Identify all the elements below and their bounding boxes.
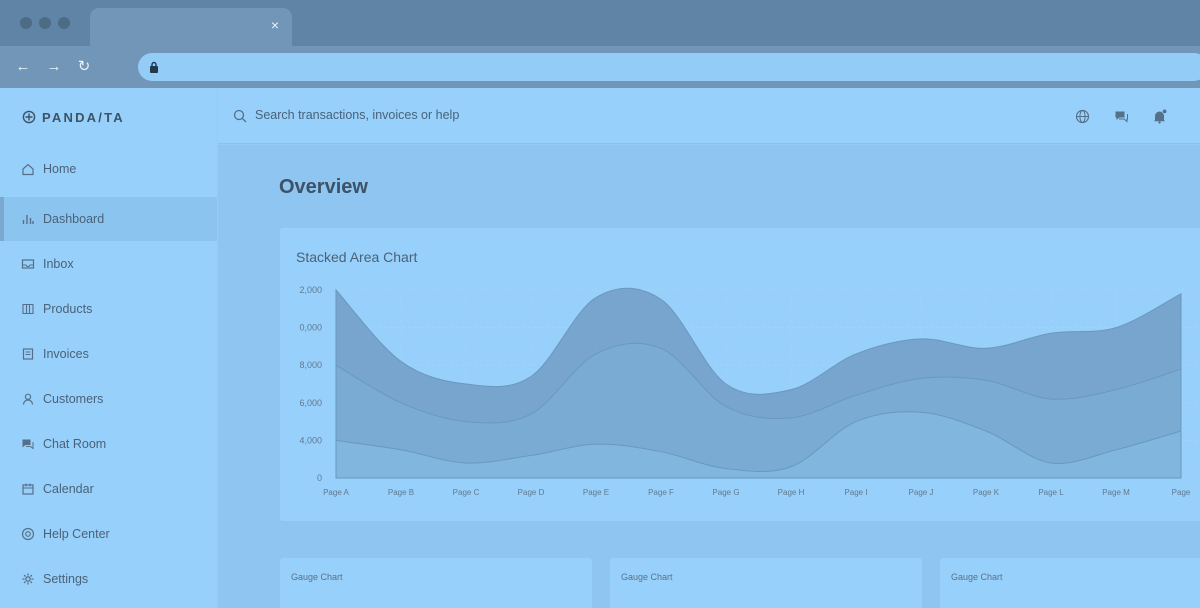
y-tick-label: 8,000 [299, 360, 322, 370]
sidebar-item-chat-room[interactable]: Chat Room [0, 422, 217, 466]
chat-icon[interactable] [1114, 109, 1129, 124]
address-bar[interactable] [138, 53, 1200, 81]
home-icon [22, 163, 34, 176]
x-tick-label: Page A [323, 488, 349, 497]
gauge-chart-card: Gauge Chart [940, 558, 1200, 608]
x-tick-label: Page G [712, 488, 739, 497]
calendar-icon [22, 483, 34, 495]
chat-icon [22, 439, 34, 450]
x-tick-label: Page C [453, 488, 480, 497]
brand-name: PANDA/TA [42, 109, 125, 125]
inbox-icon [21, 259, 35, 269]
reload-icon[interactable]: ↻ [73, 56, 95, 78]
sidebar-item-calendar[interactable]: Calendar [0, 467, 217, 511]
browser-tab[interactable]: × [90, 8, 292, 46]
y-tick-label: 0 [317, 473, 322, 483]
sidebar-item-inbox[interactable]: Inbox [0, 242, 217, 286]
bell-icon[interactable] [1152, 109, 1167, 124]
gauge-title: Gauge Chart [951, 572, 1003, 582]
sidebar-item-label: Help Center [43, 527, 110, 541]
x-tick-label: Page L [1038, 488, 1064, 497]
browser-toolbar: ← → ↻ [0, 46, 1200, 88]
y-tick-label: 2,000 [299, 285, 322, 295]
sidebar-item-settings[interactable]: Settings [0, 557, 217, 601]
top-header: Search transactions, invoices or help [218, 88, 1200, 144]
x-tick-label: Page J [909, 488, 934, 497]
chart-title: Stacked Area Chart [296, 249, 418, 265]
sidebar-item-label: Invoices [43, 347, 89, 361]
stacked-area-chart: 2,000 0,000 8,000 6,000 4,000 0Page A Page B Pa… [299, 285, 1200, 497]
x-tick-label: Page [1172, 488, 1191, 497]
gauge-title: Gauge Chart [291, 572, 343, 582]
browser-titlebar: × [0, 0, 1200, 46]
lock-icon [150, 61, 158, 73]
sidebar-item-label: Products [43, 302, 93, 316]
sidebar-item-customers[interactable]: Customers [0, 377, 217, 421]
y-tick-label: 4,000 [299, 435, 322, 445]
gauge-title: Gauge Chart [621, 572, 673, 582]
x-tick-label: Page D [518, 488, 545, 497]
x-tick-label: Page K [973, 488, 1000, 497]
brand-logo[interactable]: PANDA/TA [22, 108, 125, 126]
window-maximize-dot[interactable] [58, 17, 70, 29]
search-icon [233, 109, 247, 123]
gauge-chart-card: Gauge Chart [280, 558, 592, 608]
x-tick-label: Page F [648, 488, 674, 497]
forward-arrow-icon[interactable]: → [43, 56, 65, 78]
sidebar: PANDA/TA Home Dashboard Inbox Products Invoi… [0, 88, 217, 608]
x-tick-label: Page M [1102, 488, 1130, 497]
tab-close-icon[interactable]: × [266, 16, 284, 34]
y-tick-label: 0,000 [299, 323, 322, 333]
help-icon [21, 527, 35, 541]
gauge-chart-card: Gauge Chart [610, 558, 922, 608]
sidebar-item-help-center[interactable]: Help Center [0, 512, 217, 556]
back-arrow-icon[interactable]: ← [12, 56, 34, 78]
x-tick-label: Page I [844, 488, 867, 497]
sidebar-item-label: Settings [43, 572, 89, 586]
globe-icon[interactable] [1075, 109, 1090, 124]
sidebar-item-home[interactable]: Home [0, 147, 217, 191]
page-title: Overview [279, 176, 368, 198]
gear-icon [22, 573, 34, 585]
search-input[interactable]: Search transactions, invoices or help [255, 108, 459, 122]
sidebar-item-label: Home [43, 162, 77, 176]
window-close-dot[interactable] [20, 17, 32, 29]
sidebar-item-label: Inbox [43, 257, 74, 271]
products-icon [22, 303, 34, 315]
sidebar-item-label: Customers [43, 392, 104, 406]
y-tick-label: 6,000 [299, 398, 322, 408]
stacked-area-chart-card: Stacked Area Chart 2,000 0,000 8,000 6,000 4… [280, 228, 1200, 521]
sidebar-item-dashboard[interactable]: Dashboard [0, 197, 217, 241]
sidebar-item-label: Chat Room [43, 437, 107, 451]
invoice-icon [22, 348, 34, 360]
x-tick-label: Page E [583, 488, 609, 497]
main-content: Overview Stacked Area Chart 2,000 0,000 8,… [218, 145, 1200, 608]
brand-mark-icon [22, 110, 36, 124]
x-tick-label: Page H [778, 488, 805, 497]
sidebar-item-invoices[interactable]: Invoices [0, 332, 217, 376]
window-minimize-dot[interactable] [39, 17, 51, 29]
user-icon [22, 393, 34, 405]
sidebar-item-products[interactable]: Products [0, 287, 217, 331]
x-tick-label: Page B [388, 488, 414, 497]
bar-chart-icon [22, 215, 34, 224]
sidebar-item-label: Dashboard [43, 212, 105, 226]
sidebar-item-label: Calendar [43, 482, 94, 496]
